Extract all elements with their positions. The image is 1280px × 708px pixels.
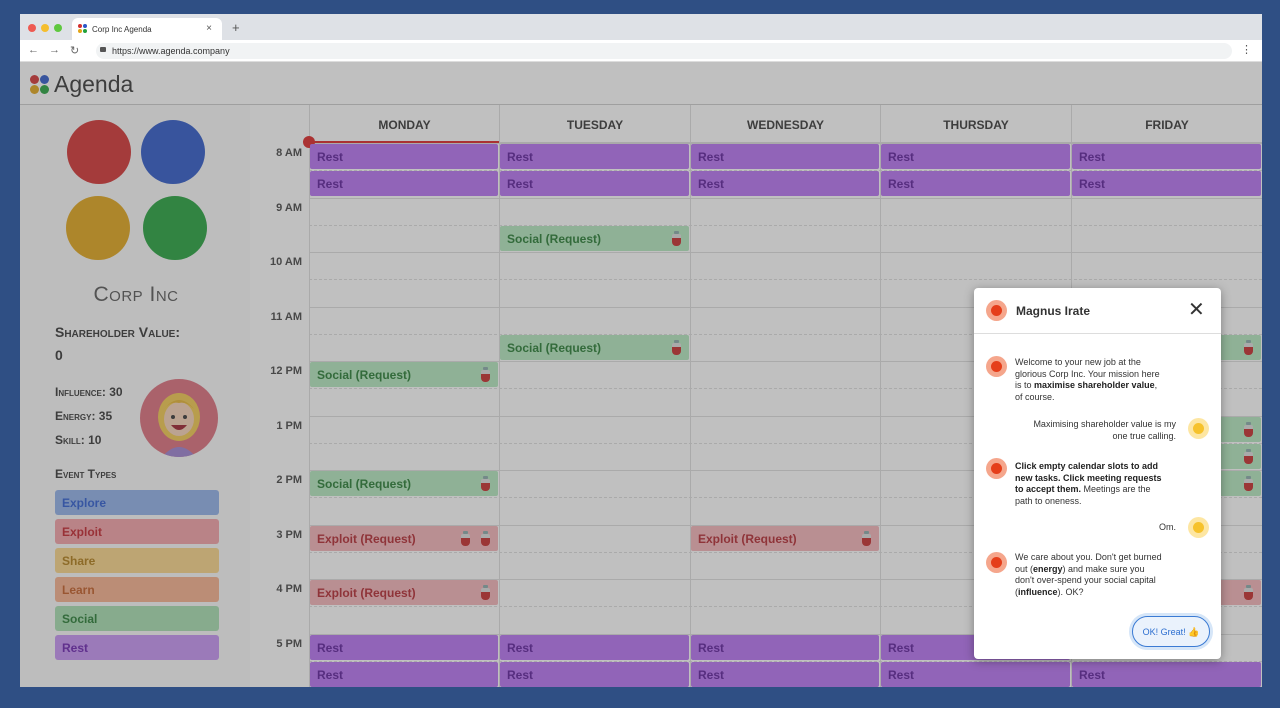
tab-bar: Corp Inc Agenda × + [20, 14, 1262, 40]
browser-menu-icon[interactable]: ⋮ [1241, 43, 1252, 56]
forward-icon[interactable]: → [49, 44, 60, 56]
calm-face-icon [1188, 517, 1209, 538]
new-tab-button[interactable]: + [232, 20, 240, 35]
browser-tab[interactable]: Corp Inc Agenda × [72, 18, 222, 40]
address-bar: ← → ↻ https://www.agenda.company ⋮ [20, 40, 1262, 62]
chat-dialog: Magnus Irate ✕ Welcome to your new job a… [974, 288, 1221, 659]
maximize-window-icon[interactable] [54, 24, 62, 32]
tab-title: Corp Inc Agenda [92, 25, 152, 34]
message-welcome: Welcome to your new job at the glorious … [1015, 357, 1160, 402]
angry-face-icon [986, 552, 1007, 573]
message-care: We care about you. Don't get burned out … [1015, 552, 1162, 597]
lock-icon [100, 47, 106, 52]
reply-om: Om. [1159, 522, 1176, 532]
url-field[interactable]: https://www.agenda.company [96, 43, 1232, 59]
reply-calling: Maximising shareholder value is my one t… [1033, 419, 1176, 441]
favicon-icon [78, 24, 88, 34]
sender-name: Magnus Irate [1016, 304, 1091, 318]
close-tab-icon[interactable]: × [206, 23, 212, 34]
message-instructions: Click empty calendar slots to add new ta… [1015, 461, 1162, 506]
angry-face-icon [986, 458, 1007, 479]
url-text: https://www.agenda.company [112, 46, 230, 56]
reload-icon[interactable]: ↻ [70, 44, 79, 57]
close-icon[interactable]: ✕ [1188, 300, 1205, 320]
dialog-header: Magnus Irate ✕ [974, 288, 1221, 334]
angry-face-icon [986, 300, 1007, 321]
back-icon[interactable]: ← [28, 44, 39, 56]
calm-face-icon [1188, 418, 1209, 439]
close-window-icon[interactable] [28, 24, 36, 32]
angry-face-icon [986, 356, 1007, 377]
ok-great-button[interactable]: OK! Great! 👍 [1132, 616, 1210, 647]
minimize-window-icon[interactable] [41, 24, 49, 32]
